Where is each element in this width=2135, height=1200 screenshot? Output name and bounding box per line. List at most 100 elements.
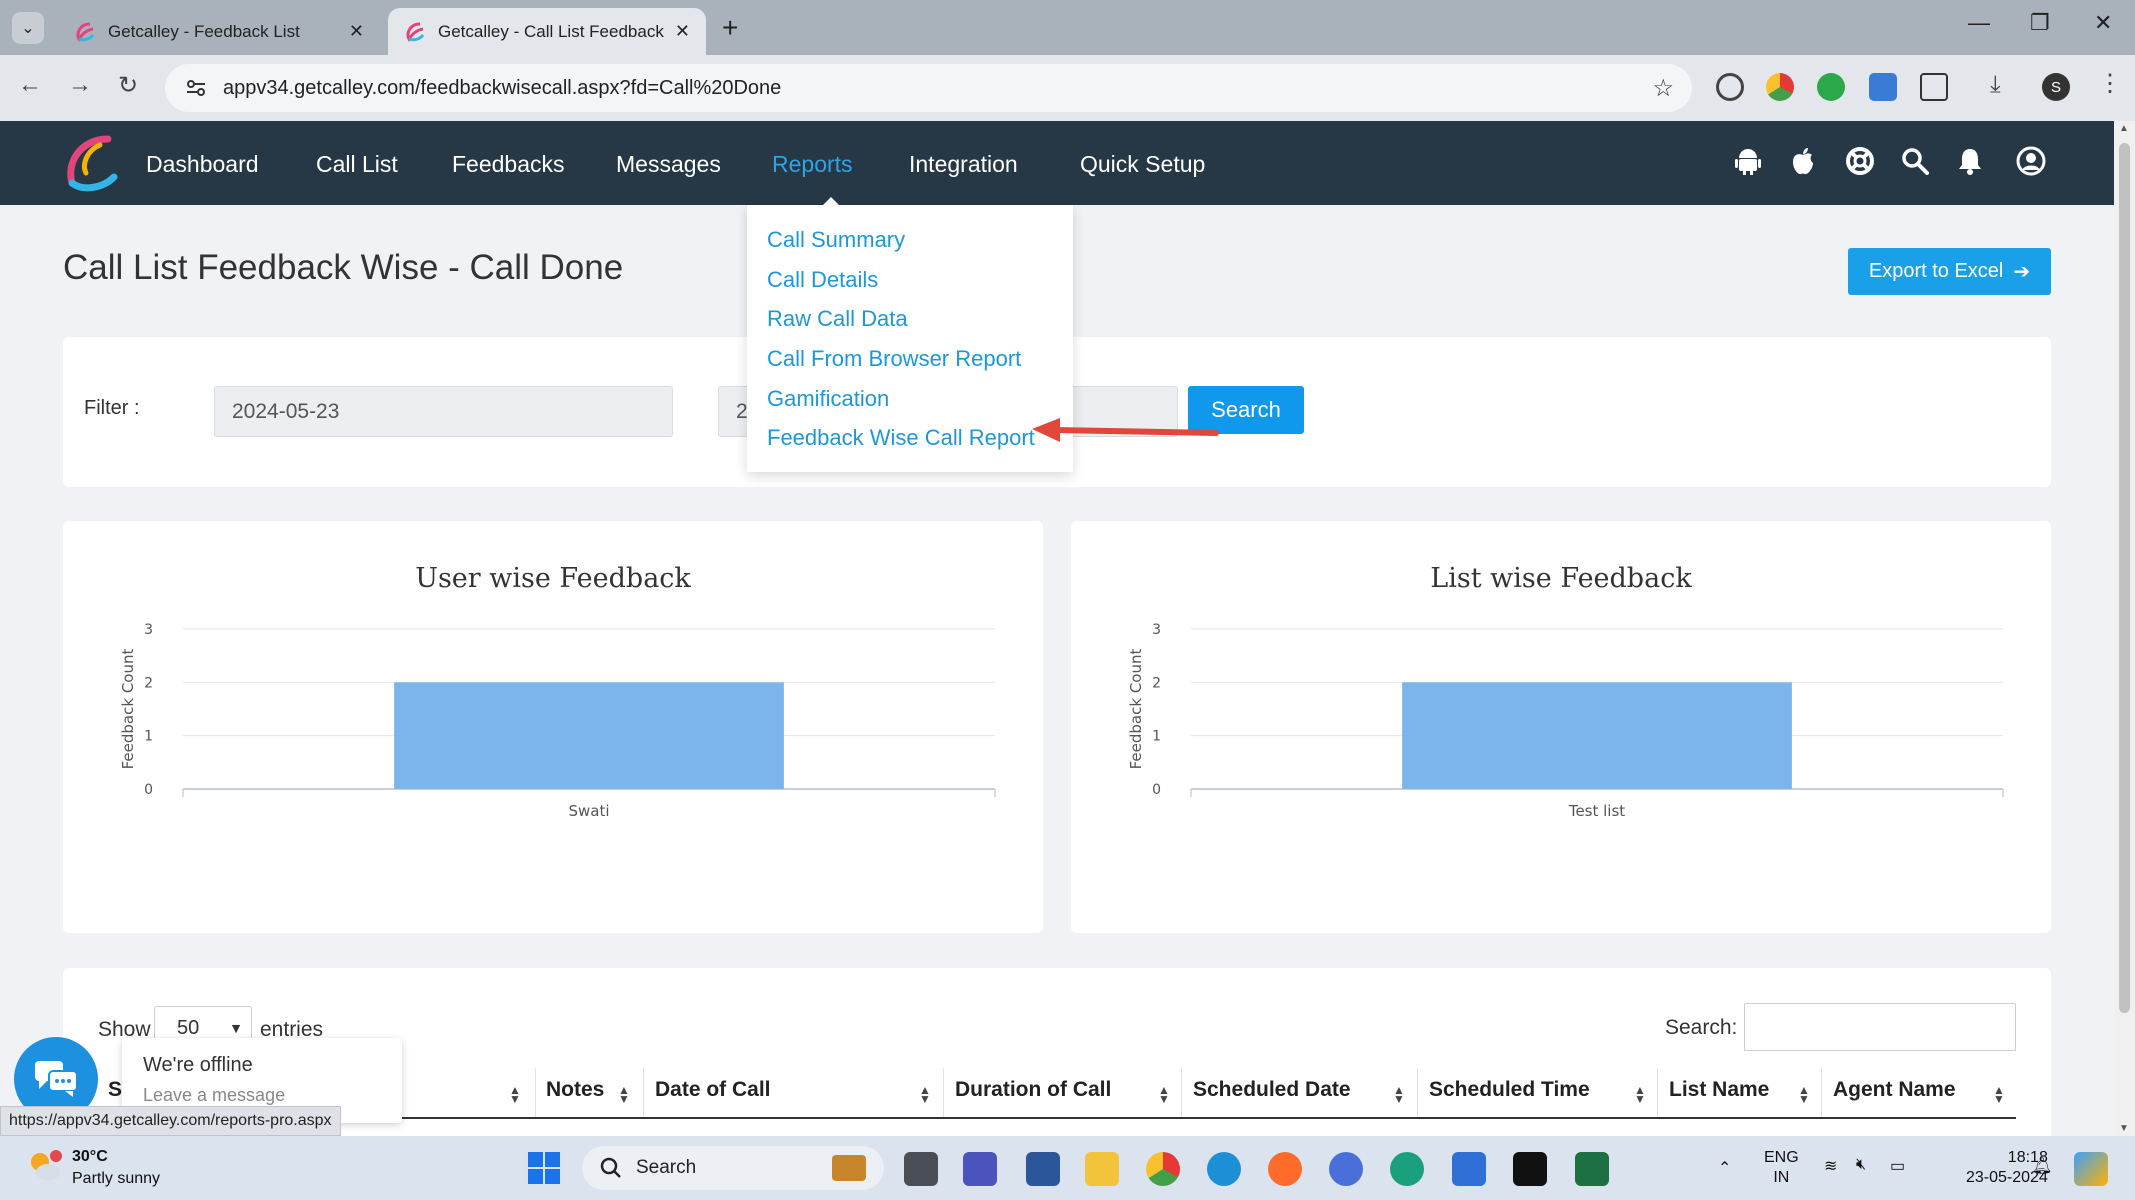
menu-item-gamification[interactable]: Gamification: [767, 386, 889, 412]
android-icon[interactable]: [1730, 143, 1766, 179]
notification-icon[interactable]: 🔔︎: [2032, 1156, 2052, 1176]
user-account-icon[interactable]: [2013, 143, 2049, 179]
nav-reports[interactable]: Reports: [772, 151, 853, 178]
tab-feedback-list[interactable]: Getcalley - Feedback List ✕: [58, 8, 380, 55]
weather-temp: 30°C: [72, 1148, 108, 1165]
notepad-icon[interactable]: [1452, 1152, 1486, 1186]
chrome-color-icon[interactable]: [1766, 73, 1794, 101]
url-field[interactable]: appv34.getcalley.com/feedbackwisecall.as…: [165, 64, 1692, 112]
language-indicator[interactable]: ENG IN: [1764, 1148, 1799, 1188]
nav-integration[interactable]: Integration: [909, 151, 1018, 178]
export-to-excel-button[interactable]: Export to Excel ➔: [1848, 248, 2051, 295]
extension-icon[interactable]: [1716, 73, 1744, 101]
menu-kebab-icon[interactable]: ⋮: [2098, 69, 2122, 98]
nav-messages[interactable]: Messages: [616, 151, 721, 178]
forward-icon[interactable]: →: [68, 71, 92, 99]
file-explorer-icon[interactable]: [1085, 1152, 1119, 1186]
nav-quick-setup[interactable]: Quick Setup: [1080, 151, 1205, 178]
filter-label: Filter :: [84, 397, 140, 419]
support-lifebuoy-icon[interactable]: [1842, 143, 1878, 179]
task-view-icon[interactable]: [904, 1152, 938, 1186]
column-header-date-of-call[interactable]: Date of Call: [655, 1078, 771, 1102]
firefox-icon[interactable]: [1268, 1152, 1302, 1186]
wifi-icon[interactable]: ≋: [1824, 1156, 1837, 1176]
puzzle-extensions-icon[interactable]: [1920, 73, 1948, 101]
user-wise-feedback-chart: 0 1 2 3 Swati Feedback Count: [119, 622, 996, 820]
sort-icon[interactable]: ▲ ▼: [509, 1084, 521, 1105]
reload-icon[interactable]: ↻: [118, 71, 138, 100]
search-icon[interactable]: [1897, 143, 1933, 179]
copilot-icon[interactable]: [2074, 1152, 2108, 1186]
new-tab-icon[interactable]: +: [722, 12, 738, 44]
windows-start-icon[interactable]: [527, 1151, 561, 1185]
app-icon[interactable]: [1026, 1152, 1060, 1186]
y-tick-label: 2: [144, 675, 153, 691]
grammarly-icon[interactable]: [1817, 73, 1845, 101]
volume-muted-icon[interactable]: 🔇︎: [1856, 1156, 1866, 1174]
back-icon[interactable]: ←: [18, 71, 42, 99]
from-date-value: 2024-05-23: [232, 399, 340, 423]
table-search-input[interactable]: [1744, 1003, 2016, 1051]
chat-leave-message[interactable]: Leave a message: [143, 1085, 285, 1106]
x-tick-label: Test list: [1568, 802, 1625, 820]
edge-dev-icon[interactable]: [1390, 1152, 1424, 1186]
tab-search-dropdown[interactable]: ⌄: [12, 12, 44, 44]
apple-icon[interactable]: [1785, 143, 1821, 179]
menu-item-call-from-browser-report[interactable]: Call From Browser Report: [767, 346, 1021, 372]
nav-feedbacks[interactable]: Feedbacks: [452, 151, 565, 178]
menu-item-feedback-wise-call-report[interactable]: Feedback Wise Call Report: [767, 425, 1035, 451]
close-tab-icon[interactable]: ✕: [675, 21, 690, 42]
site-settings-icon[interactable]: [185, 77, 207, 99]
address-bar-row: ← → ↻ appv34.getcalley.com/feedbackwisec…: [0, 55, 2135, 121]
profile-avatar[interactable]: S: [2042, 73, 2070, 101]
page-scrollbar[interactable]: ▲ ▼: [2114, 121, 2135, 1136]
scrollbar-thumb[interactable]: [2119, 143, 2130, 1013]
sort-icon[interactable]: ▲ ▼: [1993, 1084, 2005, 1105]
column-header-scheduled-date[interactable]: Scheduled Date: [1193, 1078, 1351, 1102]
column-header-notes[interactable]: Notes: [546, 1078, 604, 1102]
teams-icon[interactable]: [963, 1152, 997, 1186]
download-icon[interactable]: ⤓: [1990, 71, 2001, 99]
column-header-duration[interactable]: Duration of Call: [955, 1078, 1111, 1102]
menu-item-raw-call-data[interactable]: Raw Call Data: [767, 306, 908, 332]
tray-chevron-icon[interactable]: ⌃: [1718, 1158, 1731, 1178]
column-divider: [1821, 1068, 1822, 1118]
close-tab-icon[interactable]: ✕: [349, 21, 364, 42]
taskbar-search[interactable]: Search: [582, 1146, 884, 1190]
bookmark-star-icon[interactable]: ☆: [1652, 74, 1674, 103]
nav-call-list[interactable]: Call List: [316, 151, 398, 178]
sort-icon[interactable]: ▲ ▼: [1798, 1084, 1810, 1105]
menu-item-call-summary[interactable]: Call Summary: [767, 227, 905, 253]
column-header-scheduled-time[interactable]: Scheduled Time: [1429, 1078, 1590, 1102]
notification-bell-icon[interactable]: [1952, 143, 1988, 179]
extension-badge-icon[interactable]: [1869, 73, 1897, 101]
scroll-up-icon[interactable]: ▲: [2119, 123, 2129, 134]
app-icon[interactable]: [1329, 1152, 1363, 1186]
column-header-agent-name[interactable]: Agent Name: [1833, 1078, 1956, 1102]
battery-icon[interactable]: ▭: [1890, 1156, 1905, 1176]
sort-icon[interactable]: ▲ ▼: [1634, 1084, 1646, 1105]
excel-icon[interactable]: [1575, 1152, 1609, 1186]
sort-icon[interactable]: ▲ ▼: [1158, 1084, 1170, 1105]
close-window-icon[interactable]: ✕: [2094, 10, 2112, 36]
getcalley-logo[interactable]: [60, 133, 122, 195]
browser-tab-bar: ⌄ Getcalley - Feedback List ✕ Getcalley …: [0, 0, 2135, 55]
nav-dashboard[interactable]: Dashboard: [146, 151, 259, 178]
minimize-icon[interactable]: —: [1968, 10, 1990, 36]
sort-icon[interactable]: ▲ ▼: [919, 1084, 931, 1105]
menu-item-call-details[interactable]: Call Details: [767, 267, 878, 293]
scroll-down-icon[interactable]: ▼: [2119, 1123, 2129, 1134]
tab-call-list-feedback[interactable]: Getcalley - Call List Feedback Wise ✕: [388, 8, 706, 55]
weather-icon[interactable]: [26, 1148, 62, 1184]
lang-secondary: IN: [1773, 1169, 1790, 1186]
restore-icon[interactable]: ❐: [2030, 10, 2050, 36]
from-date-input[interactable]: 2024-05-23: [214, 386, 673, 437]
edge-icon[interactable]: [1207, 1152, 1241, 1186]
chrome-icon[interactable]: [1146, 1152, 1180, 1186]
column-header-s[interactable]: S: [108, 1078, 122, 1102]
sort-icon[interactable]: ▲ ▼: [1393, 1084, 1405, 1105]
column-header-list-name[interactable]: List Name: [1669, 1078, 1769, 1102]
tab-title: Getcalley - Feedback List: [108, 21, 300, 41]
notion-icon[interactable]: [1513, 1152, 1547, 1186]
sort-icon[interactable]: ▲ ▼: [618, 1084, 630, 1105]
